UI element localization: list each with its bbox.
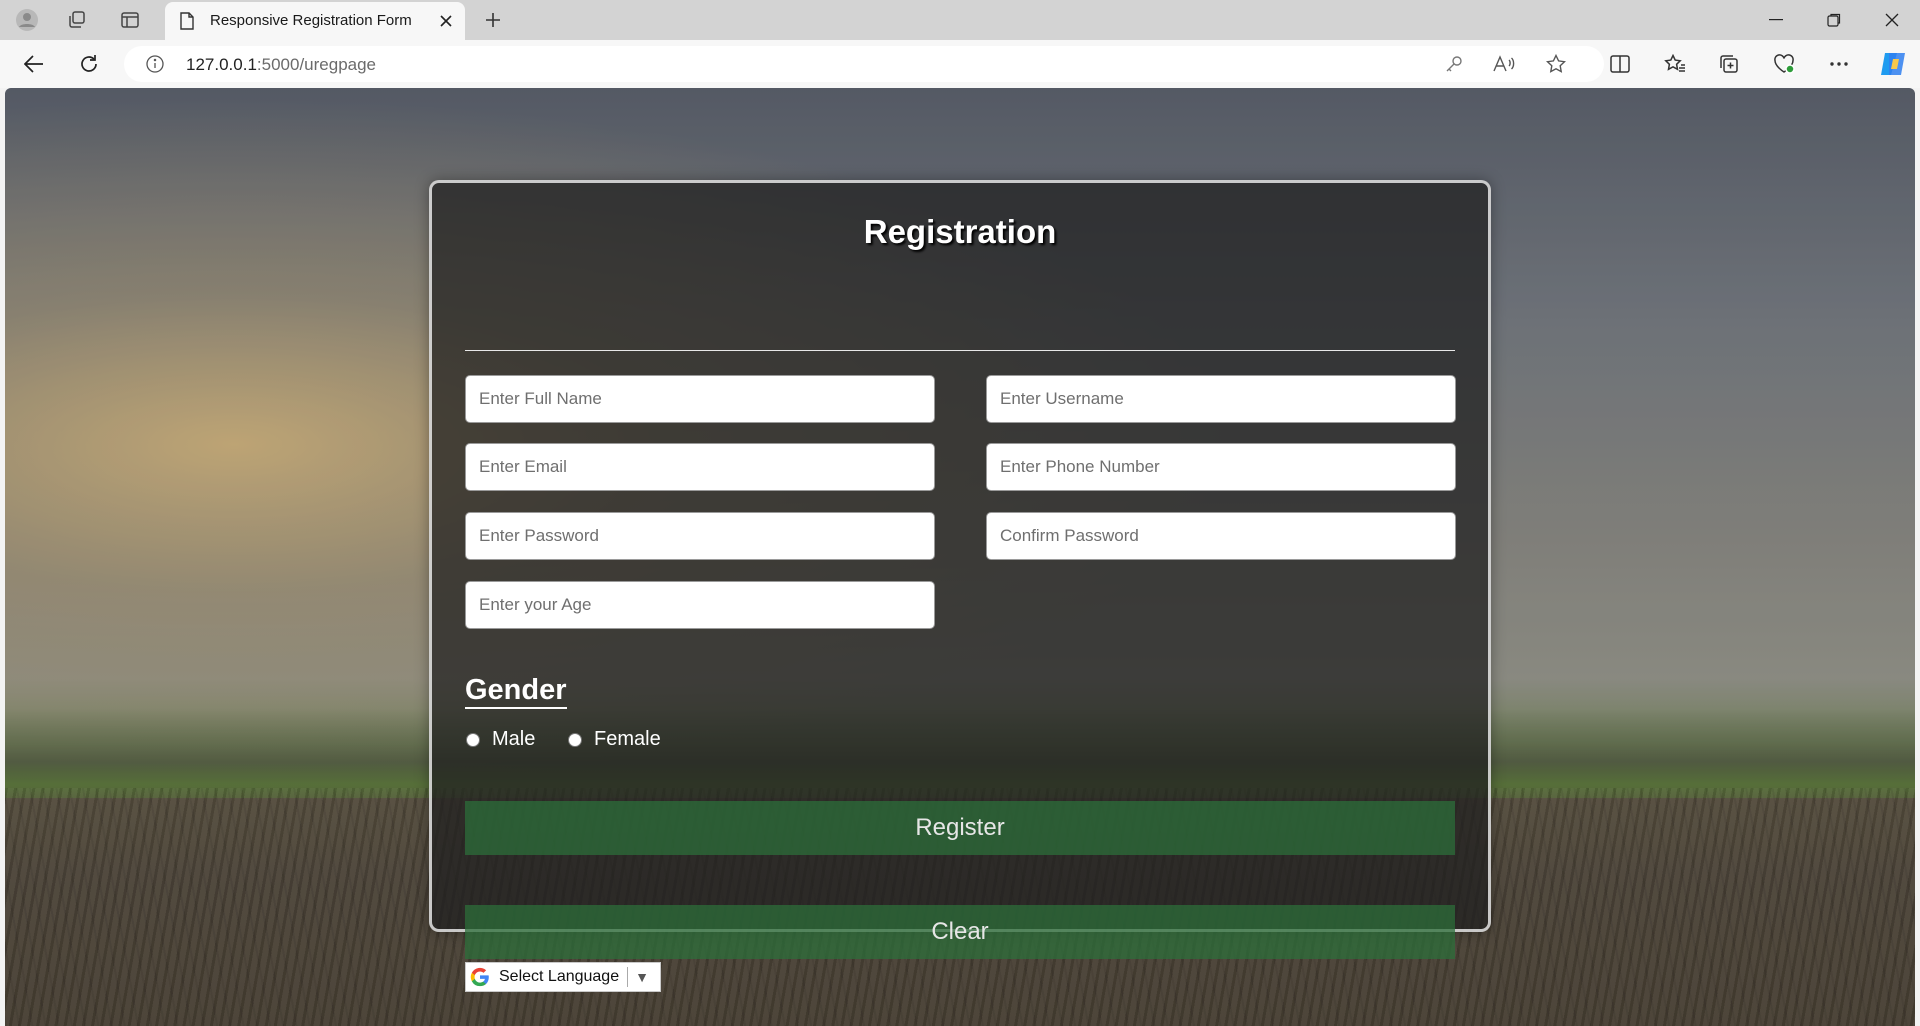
collections-icon[interactable]	[1712, 48, 1746, 80]
back-icon[interactable]	[17, 48, 51, 80]
profile-icon[interactable]	[12, 6, 42, 34]
phone-input[interactable]	[986, 443, 1456, 491]
url-host: 127.0.0.1	[186, 55, 257, 74]
url-text: 127.0.0.1:5000/uregpage	[186, 55, 376, 75]
split-screen-icon[interactable]	[1603, 48, 1637, 80]
favorite-star-icon[interactable]	[1544, 53, 1568, 75]
active-tab[interactable]: Responsive Registration Form	[165, 2, 465, 40]
language-label: Select Language	[499, 968, 620, 985]
tab-title: Responsive Registration Form	[210, 12, 412, 29]
close-window-icon[interactable]	[1864, 0, 1920, 40]
register-button[interactable]: Register	[465, 801, 1455, 855]
browser-tab-bar: Responsive Registration Form	[0, 0, 1920, 40]
page-icon	[179, 12, 195, 35]
tab-actions-icon[interactable]	[115, 6, 145, 34]
refresh-icon[interactable]	[72, 48, 106, 80]
more-options-icon[interactable]	[1822, 48, 1856, 80]
email-input[interactable]	[465, 443, 935, 491]
title-divider	[465, 350, 1455, 351]
male-label: Male	[492, 728, 536, 750]
age-input[interactable]	[465, 581, 935, 629]
gender-heading: Gender	[465, 673, 567, 709]
read-aloud-icon[interactable]	[1492, 53, 1516, 75]
url-field[interactable]: 127.0.0.1:5000/uregpage	[124, 46, 1604, 82]
password-input[interactable]	[465, 512, 935, 560]
registration-card: Registration Gender Male Female Register…	[429, 180, 1491, 992]
full-name-input[interactable]	[465, 375, 935, 423]
google-g-icon	[469, 966, 491, 988]
page-viewport: Registration Gender Male Female Register…	[5, 88, 1915, 1026]
favorites-icon[interactable]	[1658, 48, 1692, 80]
gender-option-female[interactable]: Female	[567, 728, 661, 751]
confirm-password-input[interactable]	[986, 512, 1456, 560]
address-bar-row: 127.0.0.1:5000/uregpage	[0, 40, 1920, 88]
female-label: Female	[594, 728, 661, 750]
close-tab-icon[interactable]	[435, 10, 457, 32]
clear-button[interactable]: Clear	[465, 905, 1455, 959]
restore-icon[interactable]	[1806, 0, 1862, 40]
url-path: :5000/uregpage	[256, 55, 377, 74]
language-selector[interactable]: Select Language ▼	[465, 962, 661, 992]
gender-option-male[interactable]: Male	[465, 728, 535, 751]
site-info-icon[interactable]	[146, 55, 164, 78]
copilot-icon[interactable]	[1876, 48, 1910, 80]
workspaces-icon[interactable]	[62, 6, 92, 34]
browser-essentials-icon[interactable]	[1767, 48, 1801, 80]
female-radio[interactable]	[568, 732, 582, 747]
password-key-icon[interactable]	[1442, 53, 1466, 75]
username-input[interactable]	[986, 375, 1456, 423]
form-title: Registration	[863, 213, 1057, 250]
minimize-icon[interactable]	[1748, 0, 1804, 40]
new-tab-icon[interactable]	[478, 6, 508, 34]
male-radio[interactable]	[466, 732, 480, 747]
dropdown-arrow-icon: ▼	[635, 969, 649, 985]
